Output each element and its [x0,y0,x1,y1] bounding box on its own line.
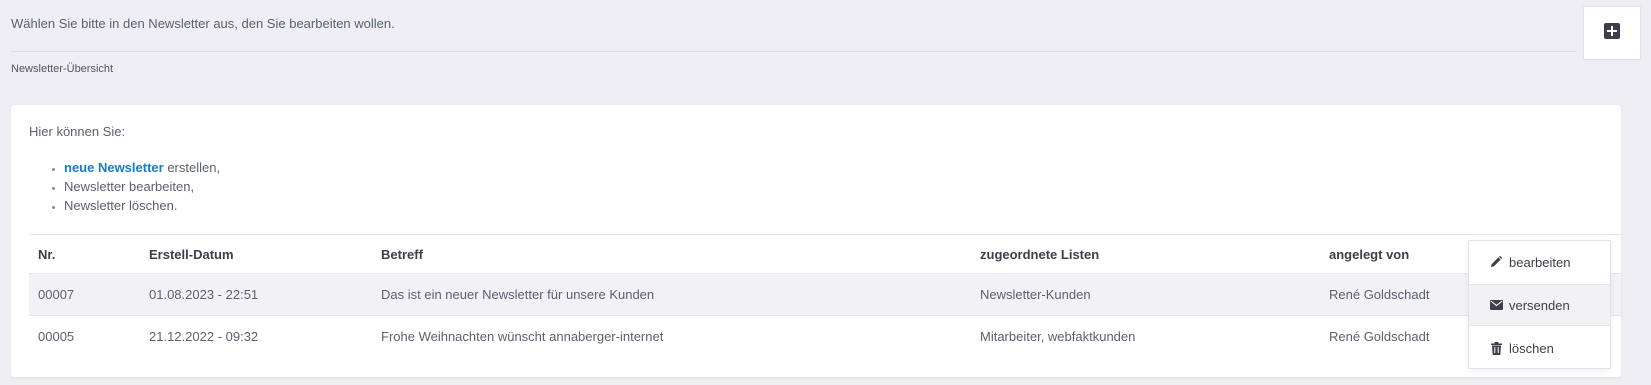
pencil-icon [1489,255,1503,269]
send-button[interactable]: versenden [1469,284,1610,326]
help-list: neue Newsletter erstellen, Newsletter be… [47,158,220,215]
delete-label: löschen [1509,340,1554,356]
cell-lists: Mitarbeiter, webfaktkunden [980,329,1136,344]
cell-subject: Das ist ein neuer Newsletter für unsere … [381,287,655,302]
intro-text: Wählen Sie bitte in den Newsletter aus, … [11,16,395,31]
table-row[interactable]: 00005 21.12.2022 - 09:32 Frohe Weihnacht… [29,315,1621,357]
delete-button[interactable]: löschen [1469,327,1610,369]
newsletter-card: Hier können Sie: neue Newsletter erstell… [11,105,1621,377]
envelope-icon [1489,298,1503,312]
new-newsletter-link[interactable]: neue Newsletter [64,160,164,175]
help-item-delete: Newsletter löschen. [64,196,220,215]
cell-date: 01.08.2023 - 22:51 [149,287,259,302]
cell-date: 21.12.2022 - 09:32 [149,329,259,344]
plus-square-icon [1604,22,1620,44]
edit-label: bearbeiten [1509,254,1571,270]
newsletter-table: Nr. Erstell-Datum Betreff zugeordnete Li… [29,234,1621,357]
help-item-create-text: erstellen, [163,160,221,175]
cell-user: René Goldschadt [1329,329,1430,344]
cell-lists: Newsletter-Kunden [980,287,1091,302]
help-item-edit: Newsletter bearbeiten, [64,177,220,196]
card-lead-text: Hier können Sie: [29,124,126,139]
send-label: versenden [1509,297,1570,313]
table-row[interactable]: 00007 01.08.2023 - 22:51 Das ist ein neu… [29,273,1621,315]
page-header: Wählen Sie bitte in den Newsletter aus, … [0,0,1651,96]
trash-icon [1489,341,1503,355]
header-nr: Nr. [38,246,56,262]
header-subject: Betreff [381,246,423,262]
add-newsletter-button[interactable] [1583,6,1641,60]
row-action-menu: bearbeiten versenden löschen [1468,240,1611,369]
header-user: angelegt von [1329,246,1410,262]
cell-nr: 00005 [38,329,75,344]
help-item-create: neue Newsletter erstellen, [64,158,220,177]
breadcrumb: Newsletter-Übersicht [11,63,114,75]
table-header: Nr. Erstell-Datum Betreff zugeordnete Li… [29,235,1621,273]
cell-nr: 00007 [38,287,75,302]
header-lists: zugeordnete Listen [980,246,1100,262]
header-date: Erstell-Datum [149,246,234,262]
divider [11,51,1576,52]
edit-button[interactable]: bearbeiten [1469,241,1610,283]
cell-user: René Goldschadt [1329,287,1430,302]
cell-subject: Frohe Weihnachten wünscht annaberger-int… [381,329,664,344]
